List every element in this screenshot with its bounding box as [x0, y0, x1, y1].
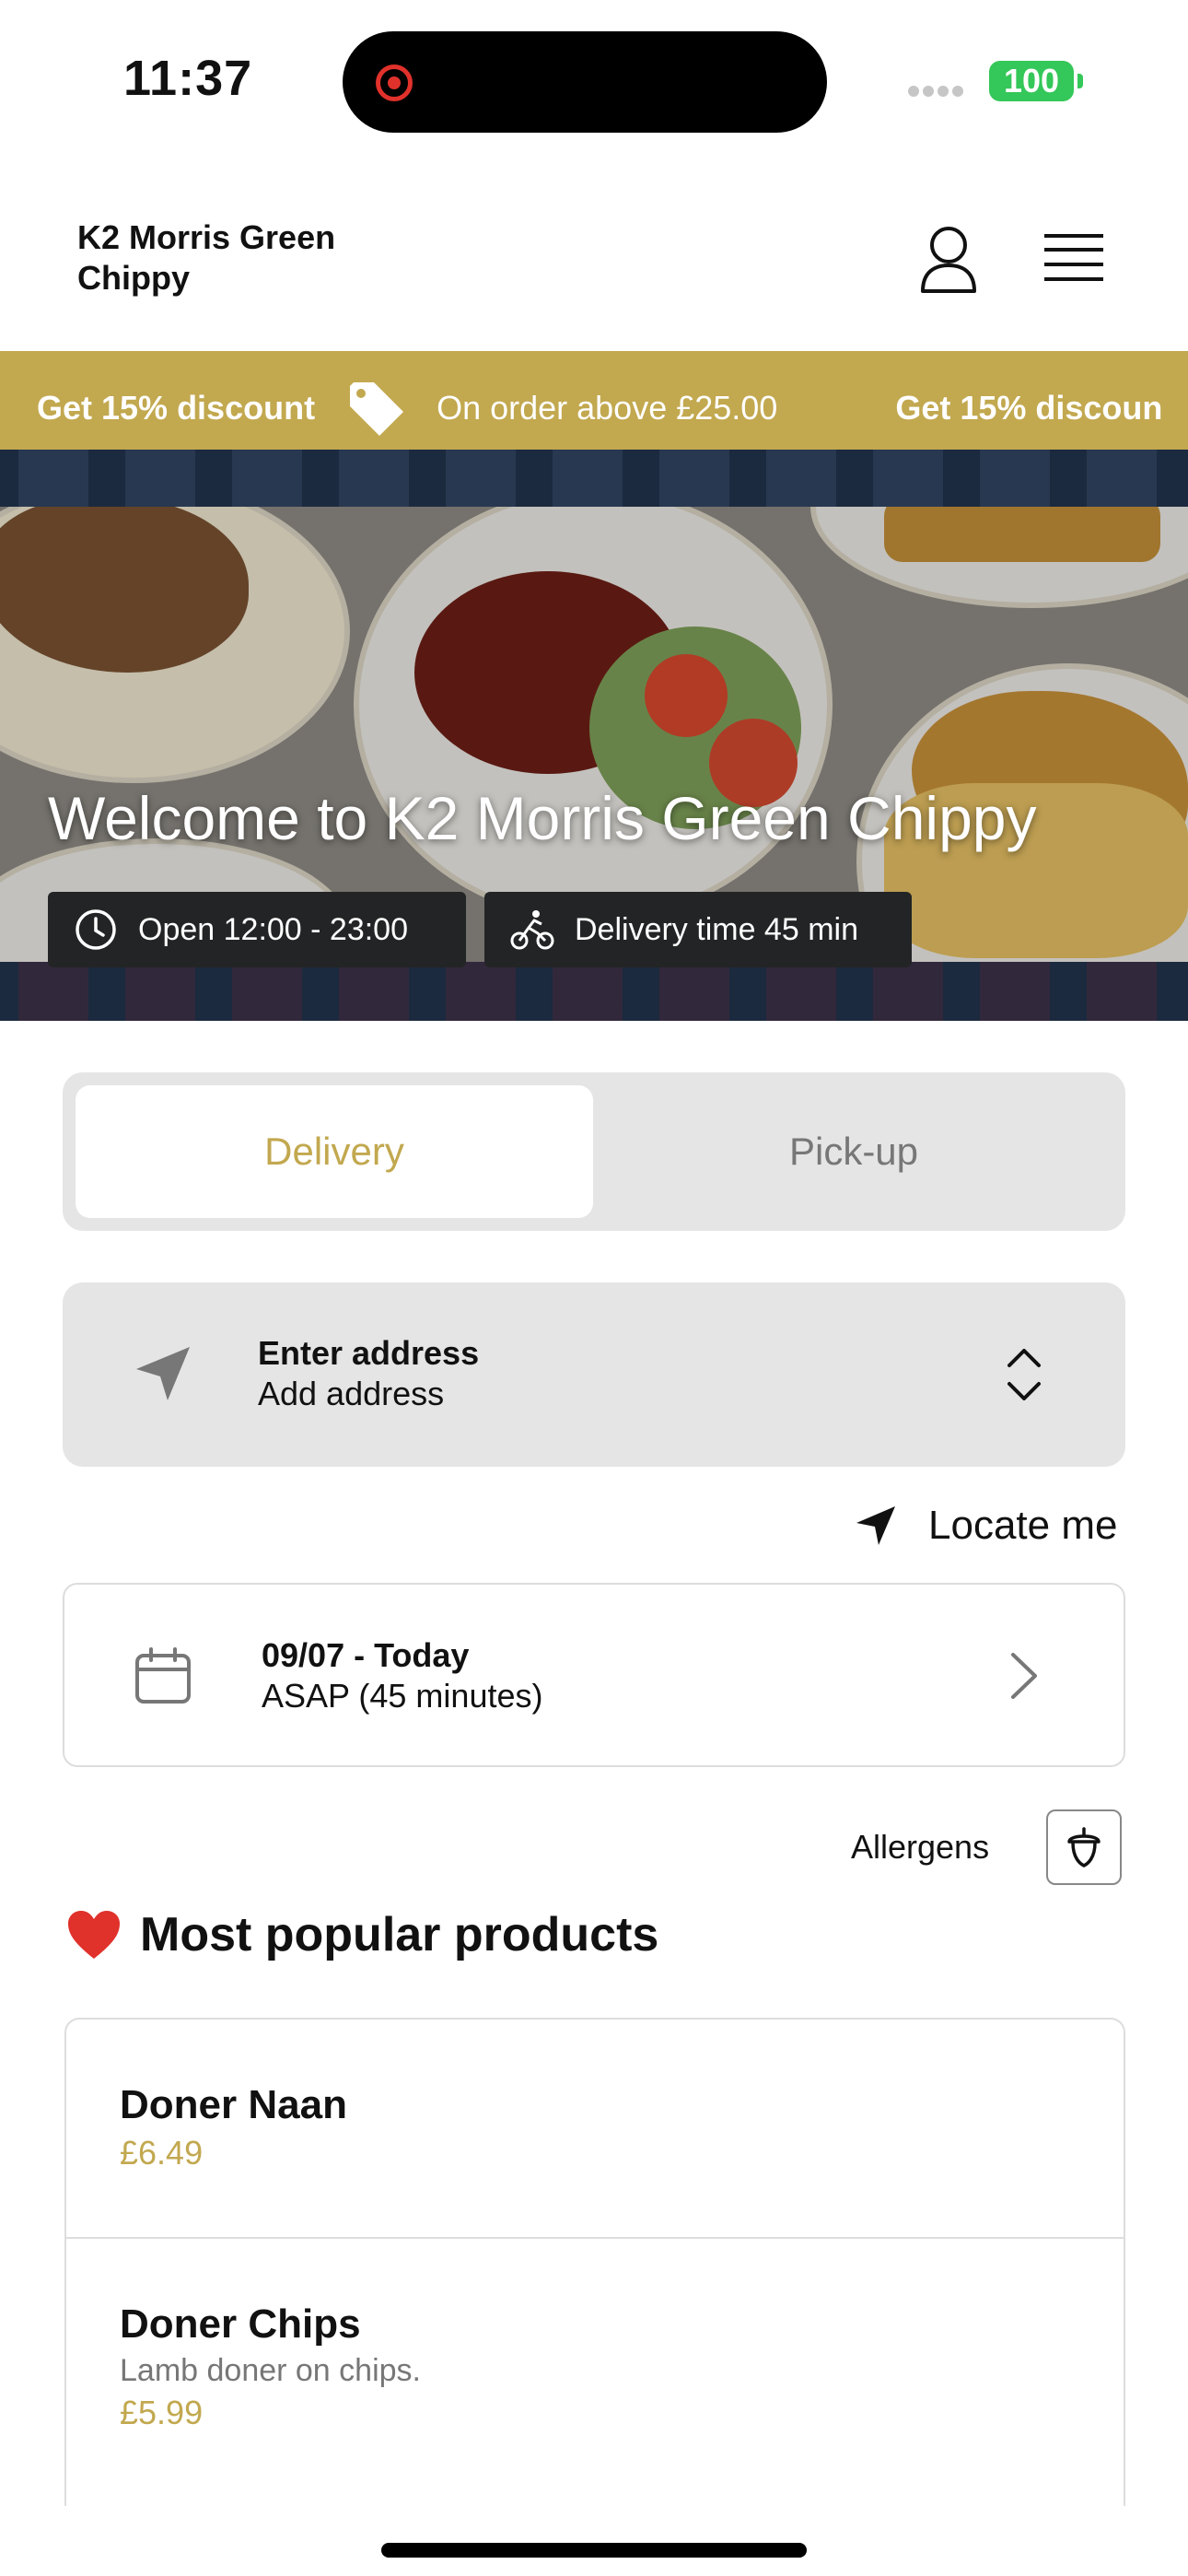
- allergens-button[interactable]: [1046, 1809, 1122, 1885]
- delivery-time-text: Delivery time 45 min: [575, 911, 858, 947]
- order-mode-toggle: Delivery Pick-up: [63, 1072, 1125, 1231]
- dynamic-island: [343, 31, 827, 133]
- location-arrow-icon: [856, 1506, 895, 1545]
- product-item[interactable]: Doner Naan £6.49: [66, 2020, 1124, 2239]
- delivery-time-selector[interactable]: 09/07 - Today ASAP (45 minutes): [63, 1583, 1125, 1767]
- signal-icon: [908, 85, 973, 98]
- product-price: £6.49: [120, 2134, 204, 2172]
- allergens-label[interactable]: Allergens: [851, 1828, 989, 1867]
- heart-icon: [68, 1911, 120, 1959]
- product-price: £5.99: [120, 2394, 204, 2431]
- calendar-icon: [135, 1647, 191, 1704]
- product-name: Doner Chips: [120, 2301, 361, 2347]
- promo-headline-repeat: Get 15% discoun: [895, 389, 1163, 427]
- hero-pattern-bottom: [0, 962, 1188, 1021]
- address-selector[interactable]: Enter address Add address: [63, 1282, 1125, 1467]
- delivery-time-chip: Delivery time 45 min: [484, 892, 912, 967]
- brand-name[interactable]: K2 Morris Green Chippy: [77, 217, 390, 299]
- time-label: ASAP (45 minutes): [262, 1677, 543, 1715]
- tab-pickup[interactable]: Pick-up: [595, 1085, 1112, 1218]
- date-label: 09/07 - Today: [262, 1636, 470, 1674]
- popular-products-title: Most popular products: [140, 1908, 659, 1961]
- promo-banner: Get 15% discount On order above £25.00 G…: [0, 351, 1188, 450]
- status-bar: 11:37 100: [0, 0, 1188, 166]
- site-header: K2 Morris Green Chippy: [0, 184, 1188, 350]
- chevron-up-down-icon: [1007, 1349, 1041, 1400]
- navigation-arrow-icon: [136, 1347, 190, 1400]
- product-description: Lamb doner on chips.: [120, 2353, 421, 2388]
- user-icon[interactable]: [919, 225, 978, 293]
- opening-hours-text: Open 12:00 - 23:00: [138, 911, 409, 947]
- hero-title: Welcome to K2 Morris Green Chippy: [48, 784, 1037, 852]
- chevron-right-icon: [1011, 1653, 1037, 1699]
- battery-icon: 100: [989, 61, 1083, 101]
- product-name: Doner Naan: [120, 2082, 347, 2127]
- menu-icon[interactable]: [1044, 232, 1103, 284]
- bicycle-icon: [510, 910, 554, 950]
- address-subtitle: Add address: [258, 1375, 445, 1412]
- address-title: Enter address: [258, 1334, 480, 1372]
- hero-banner: Welcome to K2 Morris Green Chippy Open 1…: [0, 450, 1188, 1021]
- clock-icon: [76, 909, 116, 950]
- promo-condition: On order above £25.00: [437, 389, 778, 427]
- hero-pattern-top: [0, 450, 1188, 507]
- promo-headline: Get 15% discount: [37, 389, 316, 427]
- acorn-icon: [1067, 1827, 1101, 1868]
- recording-icon: [376, 64, 413, 101]
- tag-icon: [350, 382, 404, 436]
- status-time: 11:37: [123, 51, 253, 106]
- locate-me-label: Locate me: [928, 1503, 1118, 1548]
- tab-delivery[interactable]: Delivery: [76, 1085, 593, 1218]
- locate-me-button[interactable]: Locate me: [855, 1496, 1117, 1555]
- home-indicator: [381, 2543, 807, 2558]
- opening-hours-chip: Open 12:00 - 23:00: [48, 892, 466, 967]
- popular-products-list: Doner Naan £6.49 Doner Chips Lamb doner …: [64, 2018, 1125, 2506]
- product-item[interactable]: Doner Chips Lamb doner on chips. £5.99: [66, 2239, 1124, 2506]
- popular-products-heading: Most popular products: [66, 1907, 658, 1962]
